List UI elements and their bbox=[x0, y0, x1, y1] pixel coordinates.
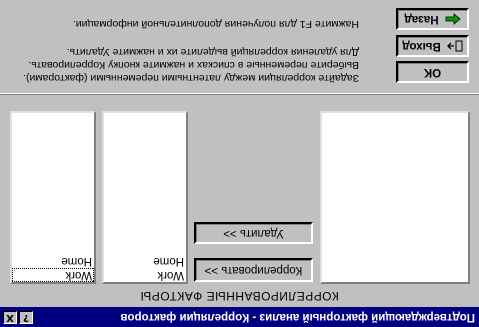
correlated-factors-list[interactable] bbox=[320, 111, 470, 284]
info-line-1: Задайте корреляции между латентными пере… bbox=[23, 72, 359, 84]
info-line-2: Выберите переменные в списках и нажмите … bbox=[28, 59, 359, 71]
list-item[interactable]: Home bbox=[12, 254, 94, 268]
info-line-4: Нажмите F1 для получения дополнительной … bbox=[72, 18, 359, 30]
help-button[interactable]: ? bbox=[19, 311, 33, 324]
back-button[interactable]: Назад bbox=[396, 8, 469, 30]
green-left-arrow-icon bbox=[445, 13, 461, 25]
window-title: Подтверждающий факторный анализ - Коррел… bbox=[120, 311, 475, 323]
exit-button[interactable]: Выход bbox=[396, 35, 469, 57]
list-item[interactable]: Home bbox=[104, 254, 186, 268]
close-button[interactable]: X bbox=[3, 311, 17, 324]
door-exit-icon bbox=[446, 40, 463, 52]
delete-label: Удалить >> bbox=[223, 227, 284, 239]
correlate-button[interactable]: Коррелировать >> bbox=[194, 258, 313, 282]
section-caption: КОРРЕЛИРОВАННЫЕ ФАКТОРЫ bbox=[140, 289, 339, 303]
back-label: Назад bbox=[404, 13, 439, 25]
ok-label: OK bbox=[423, 66, 442, 78]
title-bar[interactable]: Подтверждающий факторный анализ - Коррел… bbox=[0, 307, 479, 327]
factor-list-2[interactable]: Work Home bbox=[102, 111, 188, 284]
correlate-label: Коррелировать >> bbox=[204, 264, 303, 276]
delete-button[interactable]: Удалить >> bbox=[194, 222, 313, 244]
factor-list-1[interactable]: Work Home bbox=[10, 111, 96, 284]
exit-label: Выход bbox=[402, 40, 441, 52]
list-item[interactable]: Work bbox=[12, 268, 94, 282]
info-line-3: Для удаления корреляций выделите их и на… bbox=[66, 46, 359, 58]
ok-button[interactable]: OK bbox=[396, 61, 469, 83]
dialog-window: Подтверждающий факторный анализ - Коррел… bbox=[0, 0, 479, 327]
list-item[interactable]: Work bbox=[104, 268, 186, 282]
separator bbox=[0, 93, 479, 95]
